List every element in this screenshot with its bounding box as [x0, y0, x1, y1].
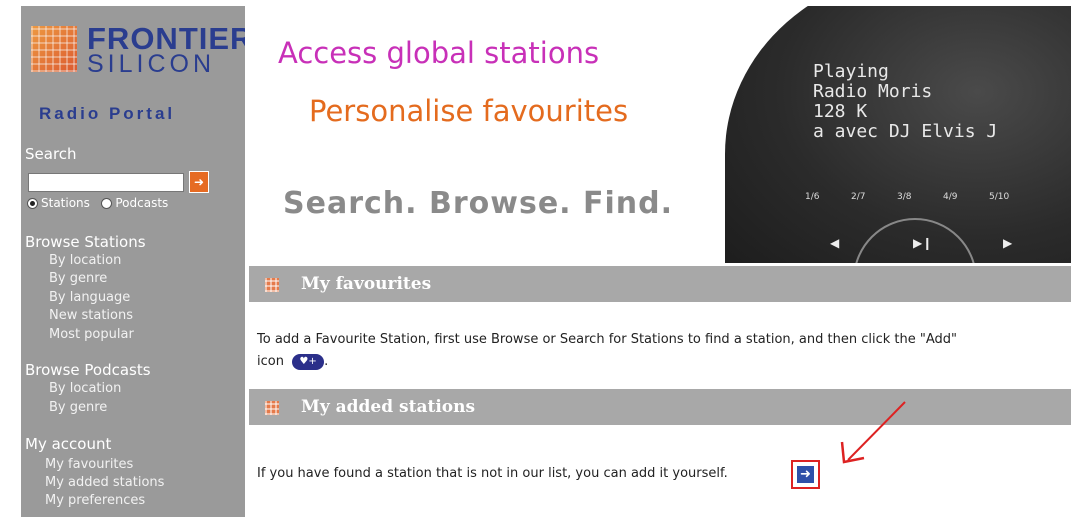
play-pause-icon: ▶❙: [913, 236, 933, 250]
sidebar-link-my-added-stations[interactable]: My added stations: [45, 474, 164, 492]
section-grid-icon: [265, 401, 279, 415]
sidebar-link-podcasts-genre[interactable]: By genre: [49, 399, 107, 417]
sidebar-link-new-stations[interactable]: New stations: [49, 307, 133, 325]
sidebar-link-my-favourites[interactable]: My favourites: [45, 456, 133, 474]
display-line: a avec DJ Elvis J: [813, 121, 998, 142]
my-account-heading[interactable]: My account: [25, 435, 111, 453]
radio-display: Playing Radio Moris 128 Ka avec DJ Elvis J: [813, 62, 997, 142]
sidebar-link-most-popular[interactable]: Most popular: [49, 326, 134, 344]
radio-unselected-icon: [101, 198, 113, 209]
next-icon: ▶: [1003, 236, 1013, 250]
arrow-right-icon: ➜: [193, 175, 205, 189]
favourites-text: To add a Favourite Station, first use Br…: [257, 332, 957, 347]
sidebar-link-stations-location[interactable]: By location: [49, 252, 121, 270]
preset-label: 4/9: [943, 192, 958, 202]
browse-stations-heading[interactable]: Browse Stations: [25, 233, 146, 251]
radio-selected-icon: [27, 198, 38, 209]
red-pointer-arrow: [840, 401, 906, 464]
logo-name: FRONTIER: [87, 21, 254, 56]
preset-label: 2/7: [851, 192, 866, 202]
tagline-search: Search. Browse. Find.: [283, 186, 674, 221]
preset-label: 1/6: [805, 192, 820, 202]
section-grid-icon: [265, 278, 279, 292]
sidebar-link-stations-language[interactable]: By language: [49, 289, 130, 307]
sidebar: FRONTIER SILICON Radio Portal Search ➜ S…: [21, 6, 252, 517]
radio-podcasts-label: Podcasts: [115, 196, 169, 210]
browse-podcasts-heading[interactable]: Browse Podcasts: [25, 361, 151, 379]
favourites-instructions: To add a Favourite Station, first use Br…: [257, 329, 1069, 373]
tagline-access: Access global stations: [278, 36, 600, 70]
search-go-button[interactable]: ➜: [189, 171, 209, 193]
sidebar-link-podcasts-location[interactable]: By location: [49, 380, 121, 398]
sidebar-link-my-preferences[interactable]: My preferences: [45, 492, 145, 510]
hero-banner: Access global stations Personalise favou…: [245, 6, 1071, 263]
preset-label: 5/10: [989, 192, 1010, 202]
favourites-icon-prefix: icon: [257, 354, 284, 369]
favourites-text-end: .: [324, 354, 329, 369]
add-favourite-icon: ♥+: [292, 353, 325, 370]
add-station-button[interactable]: ➜: [791, 460, 820, 489]
logo-sub: SILICON: [87, 50, 216, 78]
logo-grid-icon: [31, 26, 77, 72]
tagline-personalise: Personalise favourites: [309, 94, 629, 128]
search-input[interactable]: [28, 173, 184, 192]
search-type-radios: Stations Podcasts: [27, 196, 168, 210]
added-stations-section-header: My added stations: [249, 389, 1071, 425]
frontier-silicon-logo[interactable]: FRONTIER SILICON Radio Portal: [31, 23, 252, 123]
arrow-right-icon: ➜: [797, 466, 814, 483]
added-stations-title: My added stations: [301, 397, 476, 417]
preset-buttons: 1/6 2/7 3/8 4/9 5/10: [805, 192, 1045, 202]
search-heading: Search: [25, 145, 77, 163]
sidebar-link-stations-genre[interactable]: By genre: [49, 270, 107, 288]
display-line: Radio Moris: [813, 81, 933, 102]
favourites-title: My favourites: [301, 274, 432, 294]
radio-stations-label: Stations: [41, 196, 90, 210]
added-stations-text: If you have found a station that is not …: [257, 466, 728, 481]
favourites-section-header: My favourites: [249, 266, 1071, 302]
display-line: 128 K: [813, 101, 868, 122]
radio-podcasts[interactable]: Podcasts: [101, 196, 168, 210]
display-line: Playing: [813, 61, 889, 82]
preset-label: 3/8: [897, 192, 912, 202]
prev-icon: ◀: [830, 236, 840, 250]
portal-title: Radio Portal: [39, 104, 176, 123]
radio-stations[interactable]: Stations: [27, 196, 90, 210]
